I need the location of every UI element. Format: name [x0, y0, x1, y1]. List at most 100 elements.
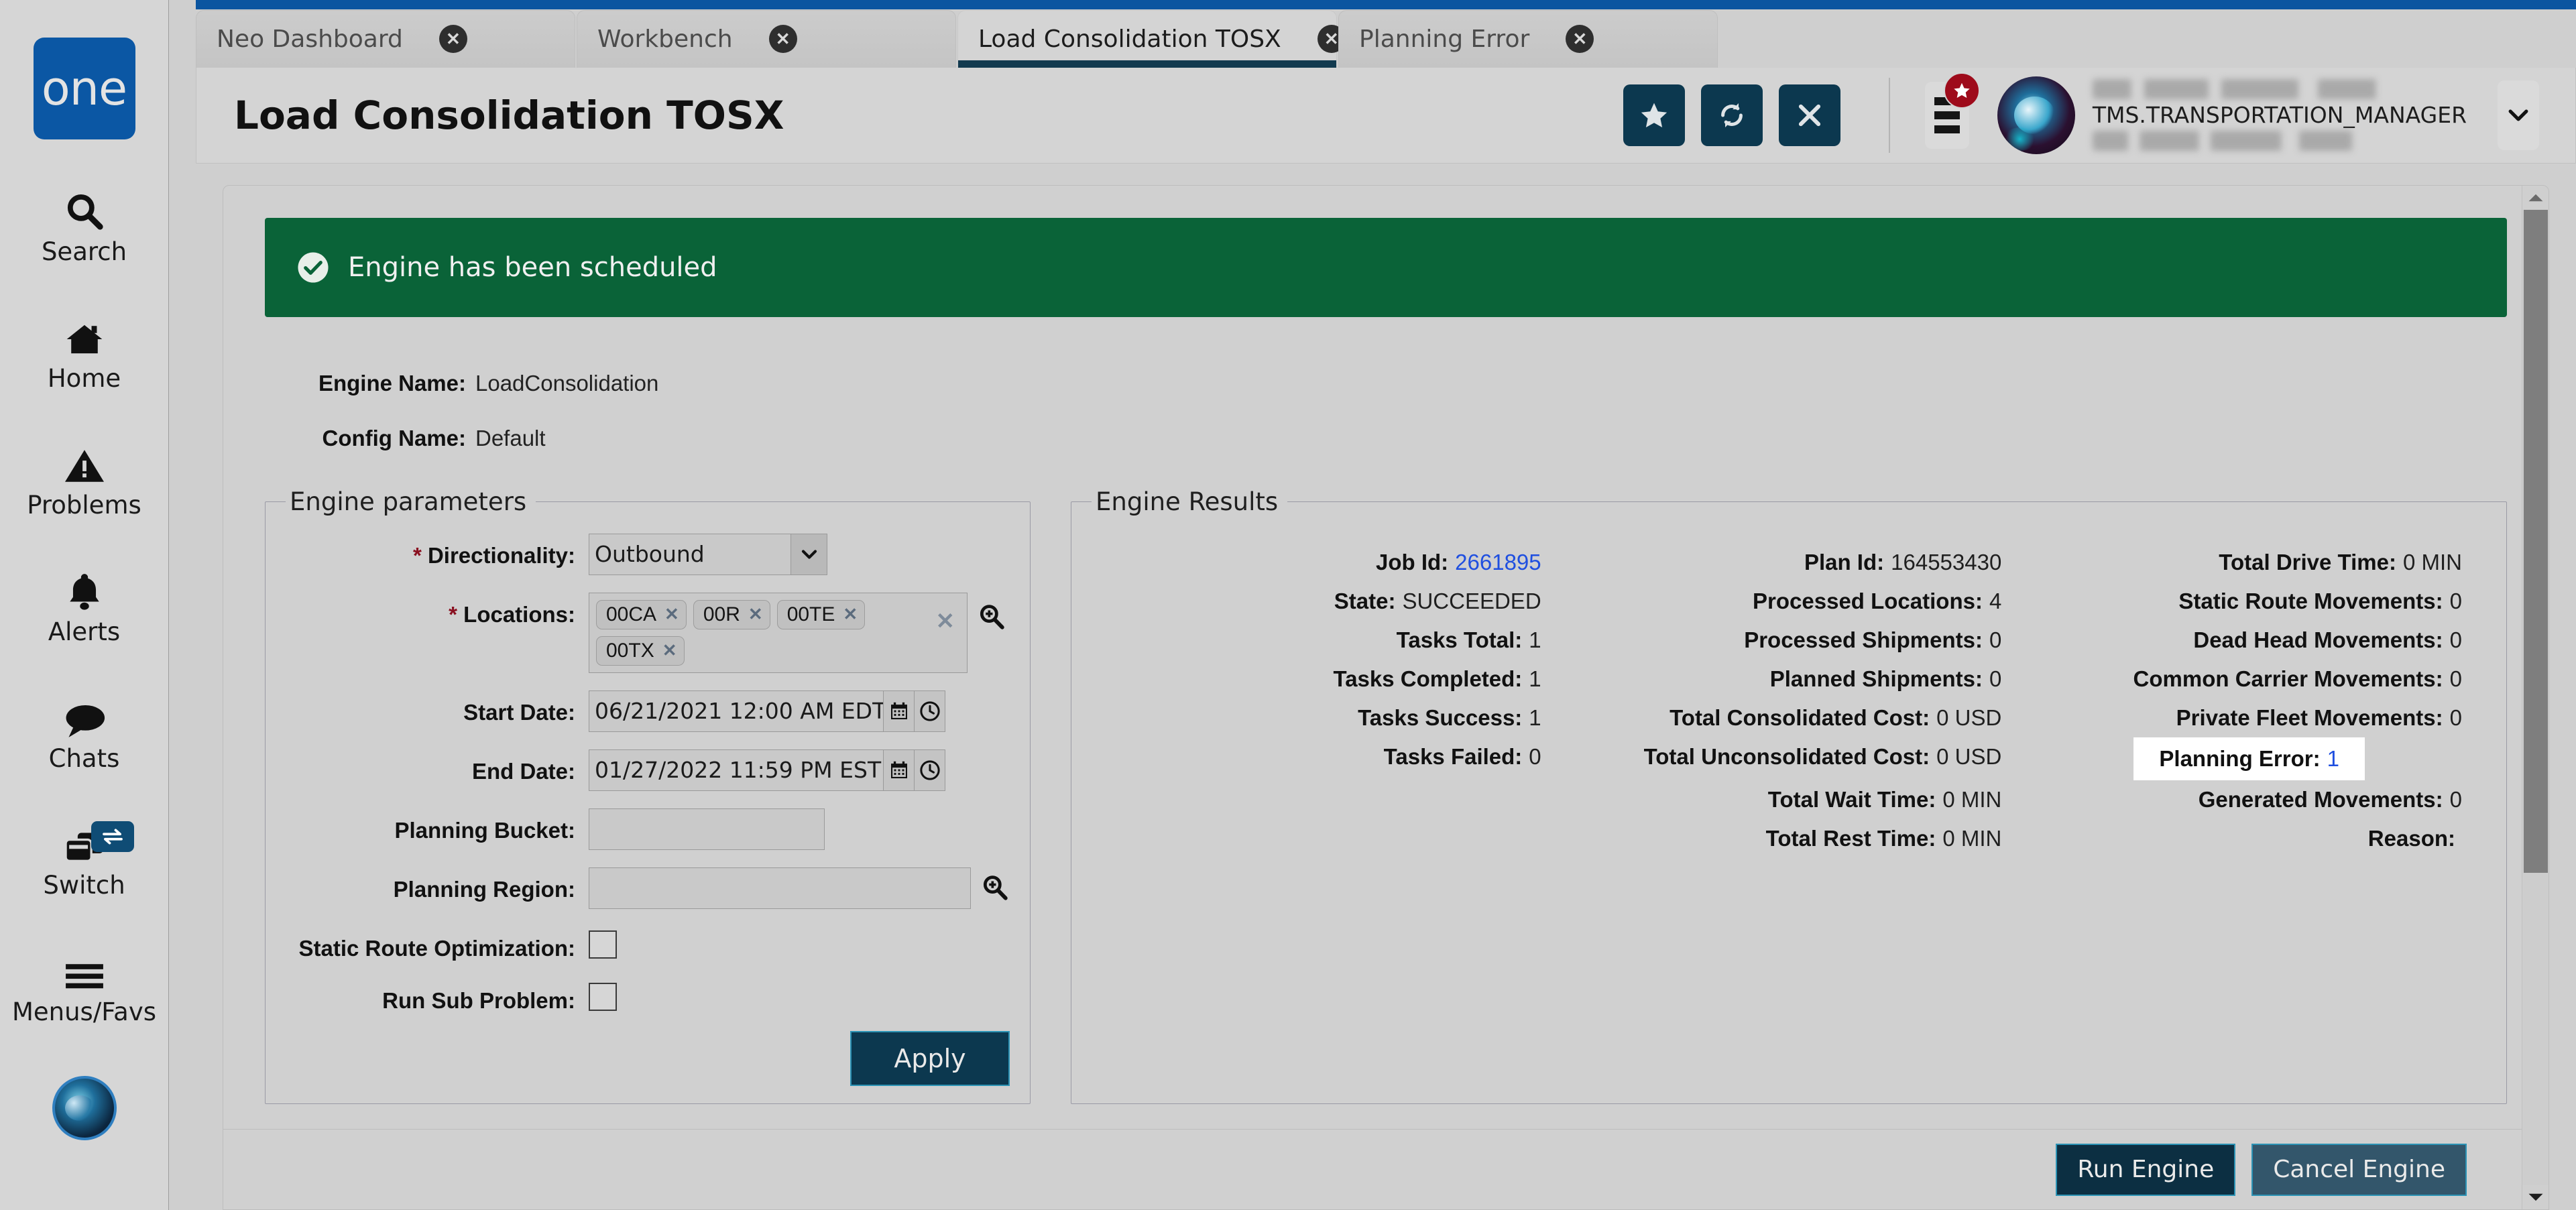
- tab-close-icon[interactable]: ✕: [1566, 25, 1594, 53]
- location-chip[interactable]: 00CA ✕: [596, 600, 687, 629]
- static-route-optimization-checkbox[interactable]: [589, 930, 617, 959]
- sidebar-item-alerts[interactable]: Alerts: [0, 561, 169, 646]
- result-plan-id: Plan Id: 164553430: [1559, 543, 2019, 582]
- tab-workbench[interactable]: Workbench ✕: [577, 10, 956, 68]
- apply-row: Apply: [286, 1031, 1010, 1086]
- planning-bucket-input[interactable]: [589, 808, 825, 850]
- refresh-icon: [1716, 100, 1747, 131]
- result-label: Processed Shipments:: [1744, 627, 1983, 653]
- config-name-label: Config Name:: [265, 426, 466, 451]
- tab-close-icon[interactable]: ✕: [439, 25, 467, 53]
- location-chip[interactable]: 00R ✕: [693, 600, 770, 629]
- scrollbar-track[interactable]: [2522, 210, 2549, 1185]
- result-value[interactable]: 2661895: [1455, 550, 1541, 575]
- chat-bubble-icon: [62, 688, 107, 739]
- content-scrollbar[interactable]: [2522, 186, 2549, 1209]
- sidebar-item-menus-favs[interactable]: Menus/Favs: [0, 941, 169, 1026]
- locations-chip-input[interactable]: 00CA ✕ 00R ✕ 00TE ✕: [589, 593, 968, 673]
- directionality-select[interactable]: Outbound: [589, 534, 827, 575]
- clock-icon[interactable]: [915, 749, 945, 791]
- engine-results-legend: Engine Results: [1092, 487, 1287, 516]
- result-value: 0 USD: [1936, 705, 2001, 731]
- result-dead-head-movements: Dead Head Movements: 0: [2019, 621, 2479, 660]
- result-tasks-success: Tasks Success: 1: [1098, 699, 1559, 737]
- end-date-input[interactable]: [589, 749, 884, 791]
- calendar-icon[interactable]: [884, 690, 915, 732]
- result-generated-movements: Generated Movements: 0: [2019, 780, 2479, 819]
- tab-label: Neo Dashboard: [217, 25, 403, 53]
- result-value: 0: [2450, 705, 2462, 731]
- tab-close-icon[interactable]: ✕: [769, 25, 797, 53]
- scrollbar-thumb[interactable]: [2524, 210, 2548, 873]
- favorite-button[interactable]: [1623, 84, 1685, 146]
- sidebar-label-menus-favs: Menus/Favs: [12, 997, 156, 1026]
- result-value: 0: [2450, 666, 2462, 692]
- tab-load-consolidation-tosx[interactable]: Load Consolidation TOSX ✕: [957, 10, 1337, 68]
- chip-remove-icon[interactable]: ✕: [748, 604, 763, 625]
- main-region: Neo Dashboard ✕ Workbench ✕ Load Consoli…: [169, 0, 2576, 1210]
- result-value: 0 MIN: [1942, 826, 2001, 851]
- close-button[interactable]: [1779, 84, 1840, 146]
- page-header: Load Consolidation TOSX TMS.TRANSPORTATI…: [196, 68, 2576, 164]
- locations-search-button[interactable]: [977, 602, 1006, 635]
- sidebar-item-search[interactable]: Search: [0, 181, 169, 266]
- refresh-button[interactable]: [1701, 84, 1763, 146]
- calendar-icon[interactable]: [884, 749, 915, 791]
- result-label: Tasks Success:: [1358, 705, 1522, 731]
- tab-planning-error[interactable]: Planning Error ✕: [1338, 10, 1718, 68]
- planning-region-search-button[interactable]: [980, 873, 1010, 906]
- result-label: Common Carrier Movements:: [2133, 666, 2443, 692]
- engine-name-value: LoadConsolidation: [475, 371, 658, 396]
- sidebar-avatar[interactable]: [52, 1076, 117, 1140]
- planning-region-control: [589, 867, 1010, 909]
- apply-button[interactable]: Apply: [850, 1031, 1010, 1086]
- user-email-redacted: [2093, 131, 2388, 151]
- locations-control: 00CA ✕ 00R ✕ 00TE ✕: [589, 593, 1006, 673]
- config-name-row: Config Name: Default: [265, 426, 2507, 451]
- result-value: 164553430: [1891, 550, 2001, 575]
- tab-label: Planning Error: [1359, 25, 1529, 53]
- sidebar-item-chats[interactable]: Chats: [0, 688, 169, 773]
- result-label: Total Consolidated Cost:: [1670, 705, 1930, 731]
- sidebar-item-home[interactable]: Home: [0, 308, 169, 393]
- user-avatar[interactable]: [1997, 76, 2075, 154]
- result-label: Tasks Total:: [1397, 627, 1523, 653]
- start-date-control: [589, 690, 945, 732]
- result-label: Static Route Movements:: [2178, 589, 2443, 614]
- result-label: Total Unconsolidated Cost:: [1644, 744, 1930, 770]
- result-value: 1: [1529, 705, 1541, 731]
- sidebar-item-problems[interactable]: Problems: [0, 434, 169, 520]
- run-sub-problem-checkbox[interactable]: [589, 983, 617, 1011]
- result-processed-locations: Processed Locations: 4: [1559, 582, 2019, 621]
- header-menu-button[interactable]: [1925, 82, 1969, 149]
- user-menu-button[interactable]: [2498, 80, 2539, 150]
- result-planning-error[interactable]: Planning Error: 1: [2133, 737, 2365, 780]
- result-label: Plan Id:: [1804, 550, 1884, 575]
- tab-label: Workbench: [597, 25, 733, 53]
- result-value[interactable]: 1: [2327, 746, 2339, 772]
- directionality-label-text: Directionality:: [428, 543, 575, 568]
- planning-region-input[interactable]: [589, 867, 971, 909]
- chip-remove-icon[interactable]: ✕: [664, 604, 679, 625]
- planning-region-label: Planning Region:: [286, 867, 575, 902]
- tab-neo-dashboard[interactable]: Neo Dashboard ✕: [196, 10, 575, 68]
- scroll-up-arrow-icon[interactable]: [2522, 186, 2549, 210]
- location-chip-label: 00TE: [787, 603, 835, 626]
- clock-icon[interactable]: [915, 690, 945, 732]
- start-date-input[interactable]: [589, 690, 884, 732]
- chip-remove-icon[interactable]: ✕: [662, 640, 677, 661]
- chip-remove-icon[interactable]: ✕: [843, 604, 858, 625]
- locations-label-text: Locations:: [463, 602, 575, 627]
- switch-toggle-badge[interactable]: [91, 821, 134, 852]
- user-login-name: TMS.TRANSPORTATION_MANAGER: [2093, 102, 2467, 128]
- user-info: TMS.TRANSPORTATION_MANAGER: [2093, 76, 2467, 154]
- location-chip[interactable]: 00TX ✕: [596, 636, 685, 666]
- sidebar-item-switch[interactable]: Switch: [0, 814, 169, 900]
- result-value: 0 MIN: [1942, 787, 2001, 812]
- location-chip[interactable]: 00TE ✕: [777, 600, 866, 629]
- app-logo[interactable]: one: [34, 38, 135, 139]
- cancel-engine-button[interactable]: Cancel Engine: [2251, 1144, 2467, 1196]
- scroll-down-arrow-icon[interactable]: [2522, 1185, 2549, 1209]
- run-engine-button[interactable]: Run Engine: [2056, 1144, 2235, 1196]
- clear-all-icon[interactable]: ✕: [936, 608, 955, 635]
